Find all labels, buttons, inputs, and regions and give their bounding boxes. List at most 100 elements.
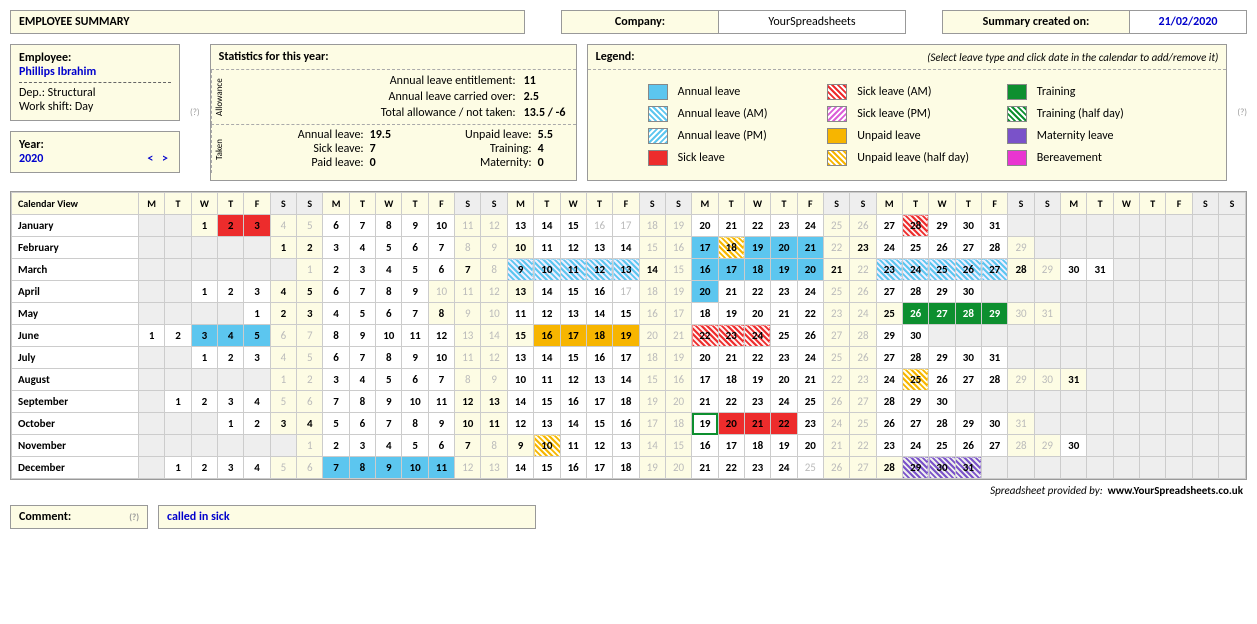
calendar-day[interactable]: 12: [428, 325, 454, 347]
calendar-day[interactable]: 7: [323, 391, 349, 413]
calendar-day[interactable]: 12: [481, 281, 507, 303]
calendar-day[interactable]: 16: [560, 457, 586, 479]
calendar-day[interactable]: 14: [586, 303, 612, 325]
calendar-day[interactable]: 21: [665, 325, 691, 347]
calendar-day[interactable]: 21: [744, 413, 770, 435]
calendar-day[interactable]: 23: [771, 347, 797, 369]
calendar-day[interactable]: 23: [850, 237, 876, 259]
calendar-day[interactable]: 27: [982, 259, 1008, 281]
calendar-day[interactable]: 13: [507, 347, 533, 369]
calendar-day[interactable]: 9: [481, 237, 507, 259]
calendar-day[interactable]: 24: [902, 259, 928, 281]
calendar-day[interactable]: 20: [718, 413, 744, 435]
calendar-day[interactable]: 1: [191, 347, 217, 369]
calendar-day[interactable]: 13: [613, 259, 639, 281]
calendar-day[interactable]: 17: [586, 457, 612, 479]
calendar-day[interactable]: 5: [244, 325, 270, 347]
calendar-day[interactable]: 25: [902, 237, 928, 259]
calendar-day[interactable]: 7: [428, 369, 454, 391]
calendar-day[interactable]: 27: [902, 413, 928, 435]
calendar-day[interactable]: 9: [376, 457, 402, 479]
calendar-day[interactable]: 5: [270, 391, 296, 413]
calendar-day[interactable]: 29: [902, 391, 928, 413]
calendar-day[interactable]: 18: [639, 215, 665, 237]
calendar-day[interactable]: 10: [507, 369, 533, 391]
calendar-day[interactable]: 10: [428, 215, 454, 237]
calendar-day[interactable]: 16: [613, 413, 639, 435]
calendar-day[interactable]: 31: [1008, 413, 1034, 435]
calendar-day[interactable]: 28: [982, 237, 1008, 259]
calendar-day[interactable]: 18: [639, 281, 665, 303]
calendar-day[interactable]: 22: [744, 347, 770, 369]
calendar-day[interactable]: 7: [455, 435, 481, 457]
calendar-day[interactable]: 4: [270, 347, 296, 369]
calendar-day[interactable]: 7: [349, 347, 375, 369]
calendar-day[interactable]: 30: [955, 215, 981, 237]
calendar-day[interactable]: 29: [876, 325, 902, 347]
calendar-day[interactable]: 18: [744, 259, 770, 281]
calendar-day[interactable]: 10: [455, 413, 481, 435]
calendar-day[interactable]: 3: [270, 413, 296, 435]
calendar-day[interactable]: 21: [823, 259, 849, 281]
calendar-day[interactable]: 24: [744, 325, 770, 347]
calendar-day[interactable]: 24: [797, 215, 823, 237]
calendar-day[interactable]: 13: [560, 303, 586, 325]
calendar-day[interactable]: 20: [744, 303, 770, 325]
calendar-day[interactable]: 21: [692, 457, 718, 479]
calendar-day[interactable]: 29: [1008, 369, 1034, 391]
calendar-day[interactable]: 5: [297, 347, 323, 369]
calendar-day[interactable]: 5: [376, 369, 402, 391]
calendar-day[interactable]: 8: [376, 281, 402, 303]
calendar-day[interactable]: 7: [323, 457, 349, 479]
help-icon[interactable]: (?): [129, 512, 139, 523]
calendar-day[interactable]: 16: [665, 237, 691, 259]
calendar-day[interactable]: 19: [692, 413, 718, 435]
calendar-day[interactable]: 23: [823, 303, 849, 325]
calendar-day[interactable]: 27: [929, 303, 955, 325]
calendar-day[interactable]: 20: [797, 259, 823, 281]
calendar-day[interactable]: 24: [876, 369, 902, 391]
calendar-day[interactable]: 5: [270, 457, 296, 479]
calendar-day[interactable]: 26: [955, 435, 981, 457]
legend-item[interactable]: Sick leave (AM): [827, 84, 987, 100]
calendar-day[interactable]: 22: [718, 457, 744, 479]
calendar-day[interactable]: 9: [507, 435, 533, 457]
calendar-day[interactable]: 23: [744, 391, 770, 413]
calendar-day[interactable]: 1: [191, 215, 217, 237]
calendar-day[interactable]: 1: [218, 413, 244, 435]
calendar-day[interactable]: 6: [376, 303, 402, 325]
calendar-day[interactable]: 19: [771, 259, 797, 281]
legend-item[interactable]: Bereavement: [1007, 150, 1167, 166]
calendar-day[interactable]: 26: [850, 215, 876, 237]
calendar-day[interactable]: 30: [955, 281, 981, 303]
calendar-day[interactable]: 16: [586, 347, 612, 369]
calendar-day[interactable]: 26: [955, 259, 981, 281]
calendar-day[interactable]: 13: [481, 391, 507, 413]
calendar-day[interactable]: 1: [270, 237, 296, 259]
calendar-day[interactable]: 4: [297, 413, 323, 435]
calendar-day[interactable]: 17: [692, 369, 718, 391]
calendar-day[interactable]: 12: [455, 457, 481, 479]
calendar-day[interactable]: 4: [270, 215, 296, 237]
calendar-day[interactable]: 9: [402, 215, 428, 237]
calendar-day[interactable]: 11: [428, 391, 454, 413]
calendar-day[interactable]: 10: [428, 281, 454, 303]
calendar-day[interactable]: 10: [428, 347, 454, 369]
calendar-day[interactable]: 5: [323, 413, 349, 435]
calendar-day[interactable]: 24: [902, 435, 928, 457]
calendar-day[interactable]: 8: [349, 391, 375, 413]
calendar-day[interactable]: 18: [665, 413, 691, 435]
calendar-day[interactable]: 4: [244, 391, 270, 413]
calendar-day[interactable]: 4: [270, 281, 296, 303]
calendar-day[interactable]: 25: [902, 369, 928, 391]
calendar-day[interactable]: 29: [1008, 237, 1034, 259]
calendar-day[interactable]: 28: [902, 215, 928, 237]
calendar-day[interactable]: 12: [586, 259, 612, 281]
calendar-day[interactable]: 26: [929, 237, 955, 259]
calendar-day[interactable]: 30: [1061, 259, 1087, 281]
calendar-day[interactable]: 21: [797, 237, 823, 259]
calendar-day[interactable]: 17: [613, 347, 639, 369]
calendar-day[interactable]: 27: [850, 391, 876, 413]
calendar-day[interactable]: 23: [744, 457, 770, 479]
calendar-day[interactable]: 6: [428, 435, 454, 457]
